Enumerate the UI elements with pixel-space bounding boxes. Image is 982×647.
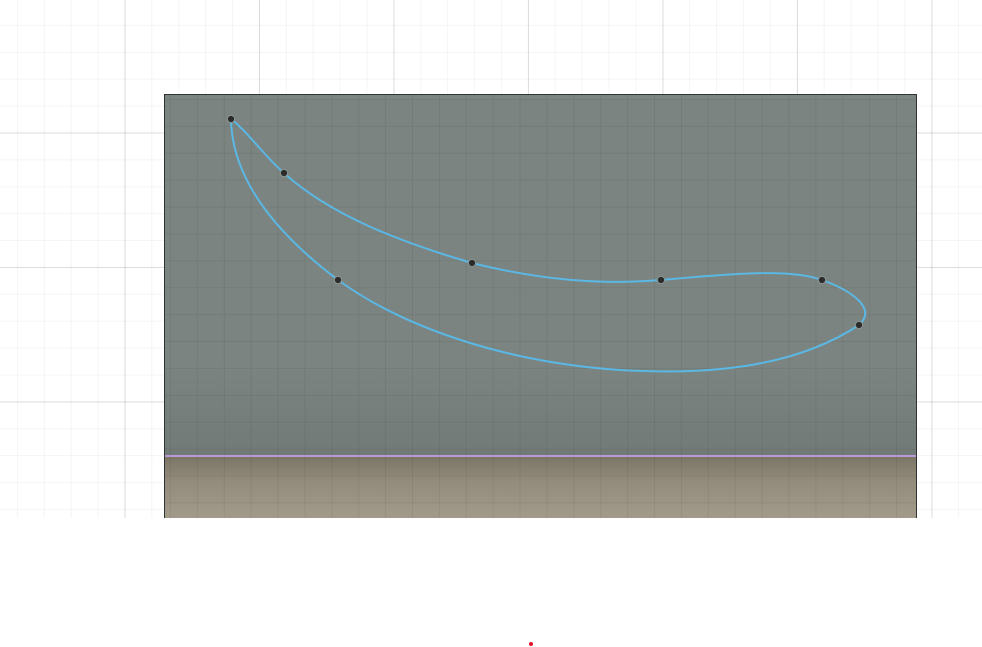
curve-handle[interactable] (279, 168, 289, 178)
canvas-plane[interactable] (164, 94, 917, 518)
ground-region (165, 456, 916, 518)
editor-viewport[interactable] (0, 0, 982, 647)
horizon-line (165, 455, 916, 457)
curve-handle[interactable] (226, 114, 236, 124)
curve-handle[interactable] (817, 275, 827, 285)
sky-region (165, 95, 916, 456)
origin-marker (529, 642, 533, 646)
curve-handle[interactable] (854, 320, 864, 330)
curve-handle[interactable] (656, 275, 666, 285)
curve-handle[interactable] (467, 258, 477, 268)
curve-handle[interactable] (333, 275, 343, 285)
